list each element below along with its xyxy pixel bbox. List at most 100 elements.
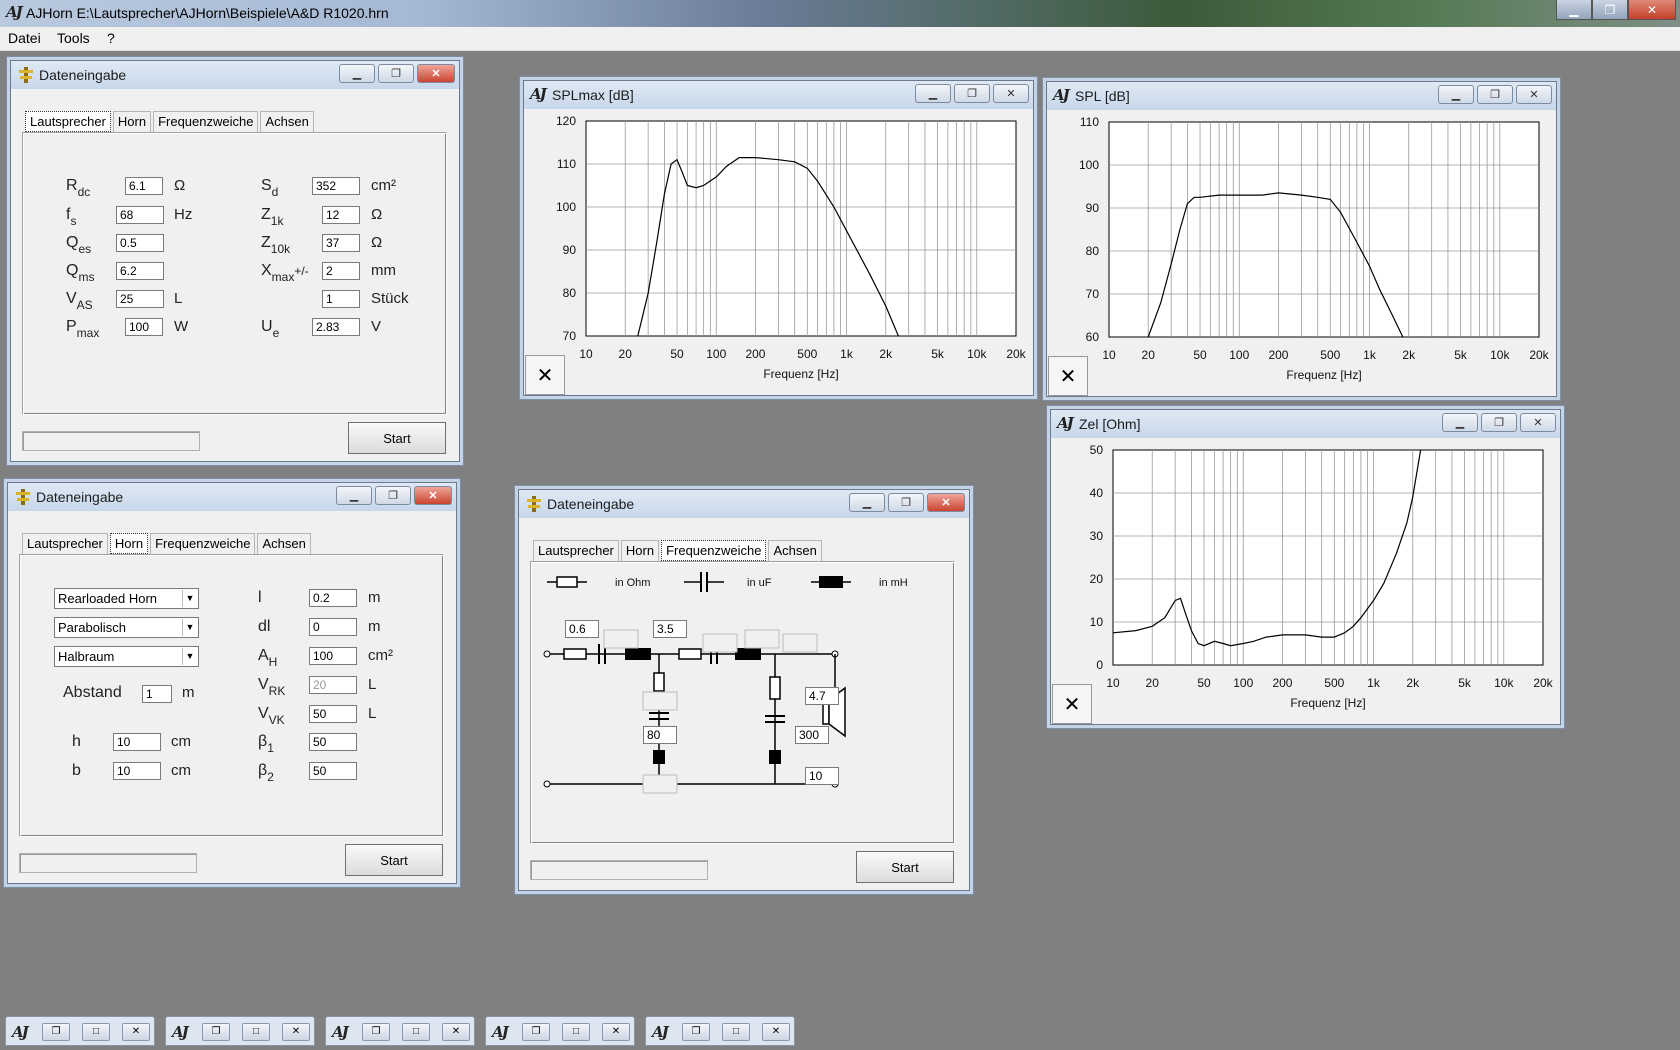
pmax-input[interactable]: 100 <box>125 318 163 336</box>
restore-button[interactable]: ❐ <box>522 1023 550 1041</box>
tab-achsen[interactable]: Achsen <box>260 111 314 132</box>
series-inductor-input[interactable]: 3.5 <box>653 620 687 638</box>
restore-button[interactable]: ❐ <box>375 486 411 505</box>
z1k-input[interactable]: 12 <box>322 206 360 224</box>
close-button[interactable]: ✕ <box>927 493 965 512</box>
tab-frequenzweiche[interactable]: Frequenzweiche <box>150 533 256 554</box>
count-input[interactable]: 1 <box>322 290 360 308</box>
close-button[interactable]: ✕ <box>282 1023 310 1041</box>
close-button[interactable]: ✕ <box>1516 85 1552 104</box>
maximize-button[interactable]: □ <box>82 1023 110 1041</box>
ue-input[interactable]: 2.83 <box>312 318 360 336</box>
abstand-input[interactable]: 1 <box>142 685 172 703</box>
minimized-window[interactable]: AJ ❐ □ ✕ <box>645 1016 795 1046</box>
close-button[interactable]: ✕ <box>762 1023 790 1041</box>
horn-type-select[interactable]: Rearloaded Horn ▼ <box>54 588 199 609</box>
menu-help[interactable]: ? <box>107 30 115 46</box>
dl-input[interactable]: 0 <box>309 618 357 636</box>
sd-input[interactable]: 352 <box>312 177 360 195</box>
maximize-button[interactable]: □ <box>242 1023 270 1041</box>
tab-horn[interactable]: Horn <box>109 533 149 554</box>
menu-datei[interactable]: Datei <box>8 30 41 46</box>
fs-input[interactable]: 68 <box>116 206 164 224</box>
minimize-button[interactable]: ▁ <box>915 84 951 103</box>
minimize-button[interactable]: ▁ <box>1442 413 1478 432</box>
close-button[interactable]: ✕ <box>993 84 1029 103</box>
app-logo-icon: AJ <box>1053 86 1070 104</box>
unit-m-2: m <box>368 589 381 606</box>
maximize-button[interactable]: □ <box>562 1023 590 1041</box>
close-chart-icon[interactable]: ✕ <box>1052 684 1092 724</box>
minimized-window[interactable]: AJ ❐ □ ✕ <box>485 1016 635 1046</box>
restore-button[interactable]: ❐ <box>954 84 990 103</box>
close-button[interactable]: ✕ <box>442 1023 470 1041</box>
tab-lautsprecher[interactable]: Lautsprecher <box>533 540 619 561</box>
radiation-space-select[interactable]: Halbraum ▼ <box>54 646 199 667</box>
rdc-input[interactable]: 6.1 <box>125 177 163 195</box>
minimized-window[interactable]: AJ ❐ □ ✕ <box>165 1016 315 1046</box>
app-logo-icon: AJ <box>6 3 23 21</box>
tab-horn[interactable]: Horn <box>112 111 152 132</box>
restore-button[interactable]: ❐ <box>1481 413 1517 432</box>
restore-button[interactable]: ❐ <box>42 1023 70 1041</box>
start-button[interactable]: Start <box>856 851 954 883</box>
qms-input[interactable]: 6.2 <box>116 262 164 280</box>
series-resistor-input[interactable]: 0.6 <box>565 620 599 638</box>
minimize-button[interactable]: ▁ <box>849 493 885 512</box>
close-button[interactable]: ✕ <box>602 1023 630 1041</box>
beta2-input[interactable]: 50 <box>309 762 357 780</box>
b-input[interactable]: 10 <box>113 762 161 780</box>
tab-achsen[interactable]: Achsen <box>768 540 822 561</box>
close-chart-icon[interactable]: ✕ <box>1048 356 1088 396</box>
app-close-button[interactable]: ✕ <box>1628 0 1676 20</box>
close-chart-icon[interactable]: ✕ <box>525 355 565 395</box>
shunt-capacitor-input[interactable]: 80 <box>643 726 677 744</box>
zel-plot: 0102030405010 20 50 100 200 500 1k 2k 5k 10k 20kFr… <box>1090 443 1554 710</box>
tab-lautsprecher[interactable]: Lautsprecher <box>22 533 108 554</box>
minimize-button[interactable]: ▁ <box>336 486 372 505</box>
x-tick-label: 20 <box>1146 676 1160 690</box>
xmax-input[interactable]: 2 <box>322 262 360 280</box>
close-button[interactable]: ✕ <box>417 64 455 83</box>
minimized-window[interactable]: AJ ❐ □ ✕ <box>5 1016 155 1046</box>
tab-achsen[interactable]: Achsen <box>257 533 311 554</box>
start-button[interactable]: Start <box>348 422 446 454</box>
vvk-input[interactable]: 50 <box>309 705 357 723</box>
z10k-input[interactable]: 37 <box>322 234 360 252</box>
horn-profile-select[interactable]: Parabolisch ▼ <box>54 617 199 638</box>
qes-input[interactable]: 0.5 <box>116 234 164 252</box>
restore-button[interactable]: ❐ <box>362 1023 390 1041</box>
close-button[interactable]: ✕ <box>1520 413 1556 432</box>
app-minimize-button[interactable]: ▁ <box>1556 0 1592 20</box>
label-z1k: Z1k <box>261 206 284 228</box>
beta1-input[interactable]: 50 <box>309 733 357 751</box>
close-button[interactable]: ✕ <box>414 486 452 505</box>
tab-horn[interactable]: Horn <box>620 540 660 561</box>
minimize-button[interactable]: ▁ <box>339 64 375 83</box>
shunt-capacitor2-input[interactable]: 300 <box>795 726 829 744</box>
start-button[interactable]: Start <box>345 844 443 876</box>
restore-button[interactable]: ❐ <box>1477 85 1513 104</box>
restore-button[interactable]: ❐ <box>202 1023 230 1041</box>
tab-frequenzweiche[interactable]: Frequenzweiche <box>661 540 767 561</box>
restore-button[interactable]: ❐ <box>378 64 414 83</box>
vas-input[interactable]: 25 <box>116 290 164 308</box>
tab-lautsprecher[interactable]: Lautsprecher <box>25 111 111 132</box>
shunt-resistor-input[interactable]: 4.7 <box>805 687 839 705</box>
close-button[interactable]: ✕ <box>122 1023 150 1041</box>
h-input[interactable]: 10 <box>113 733 161 751</box>
restore-button[interactable]: ❐ <box>682 1023 710 1041</box>
ah-input[interactable]: 100 <box>309 647 357 665</box>
minimized-window[interactable]: AJ ❐ □ ✕ <box>325 1016 475 1046</box>
menu-tools[interactable]: Tools <box>57 30 90 46</box>
tab-frequenzweiche[interactable]: Frequenzweiche <box>153 111 259 132</box>
x-tick-label: 10k <box>967 347 987 361</box>
x-tick-label: 50 <box>670 347 684 361</box>
maximize-button[interactable]: □ <box>722 1023 750 1041</box>
app-restore-button[interactable]: ❐ <box>1592 0 1628 20</box>
minimize-button[interactable]: ▁ <box>1438 85 1474 104</box>
maximize-button[interactable]: □ <box>402 1023 430 1041</box>
l-input[interactable]: 0.2 <box>309 589 357 607</box>
restore-button[interactable]: ❐ <box>888 493 924 512</box>
output-resistor-input[interactable]: 10 <box>805 767 839 785</box>
